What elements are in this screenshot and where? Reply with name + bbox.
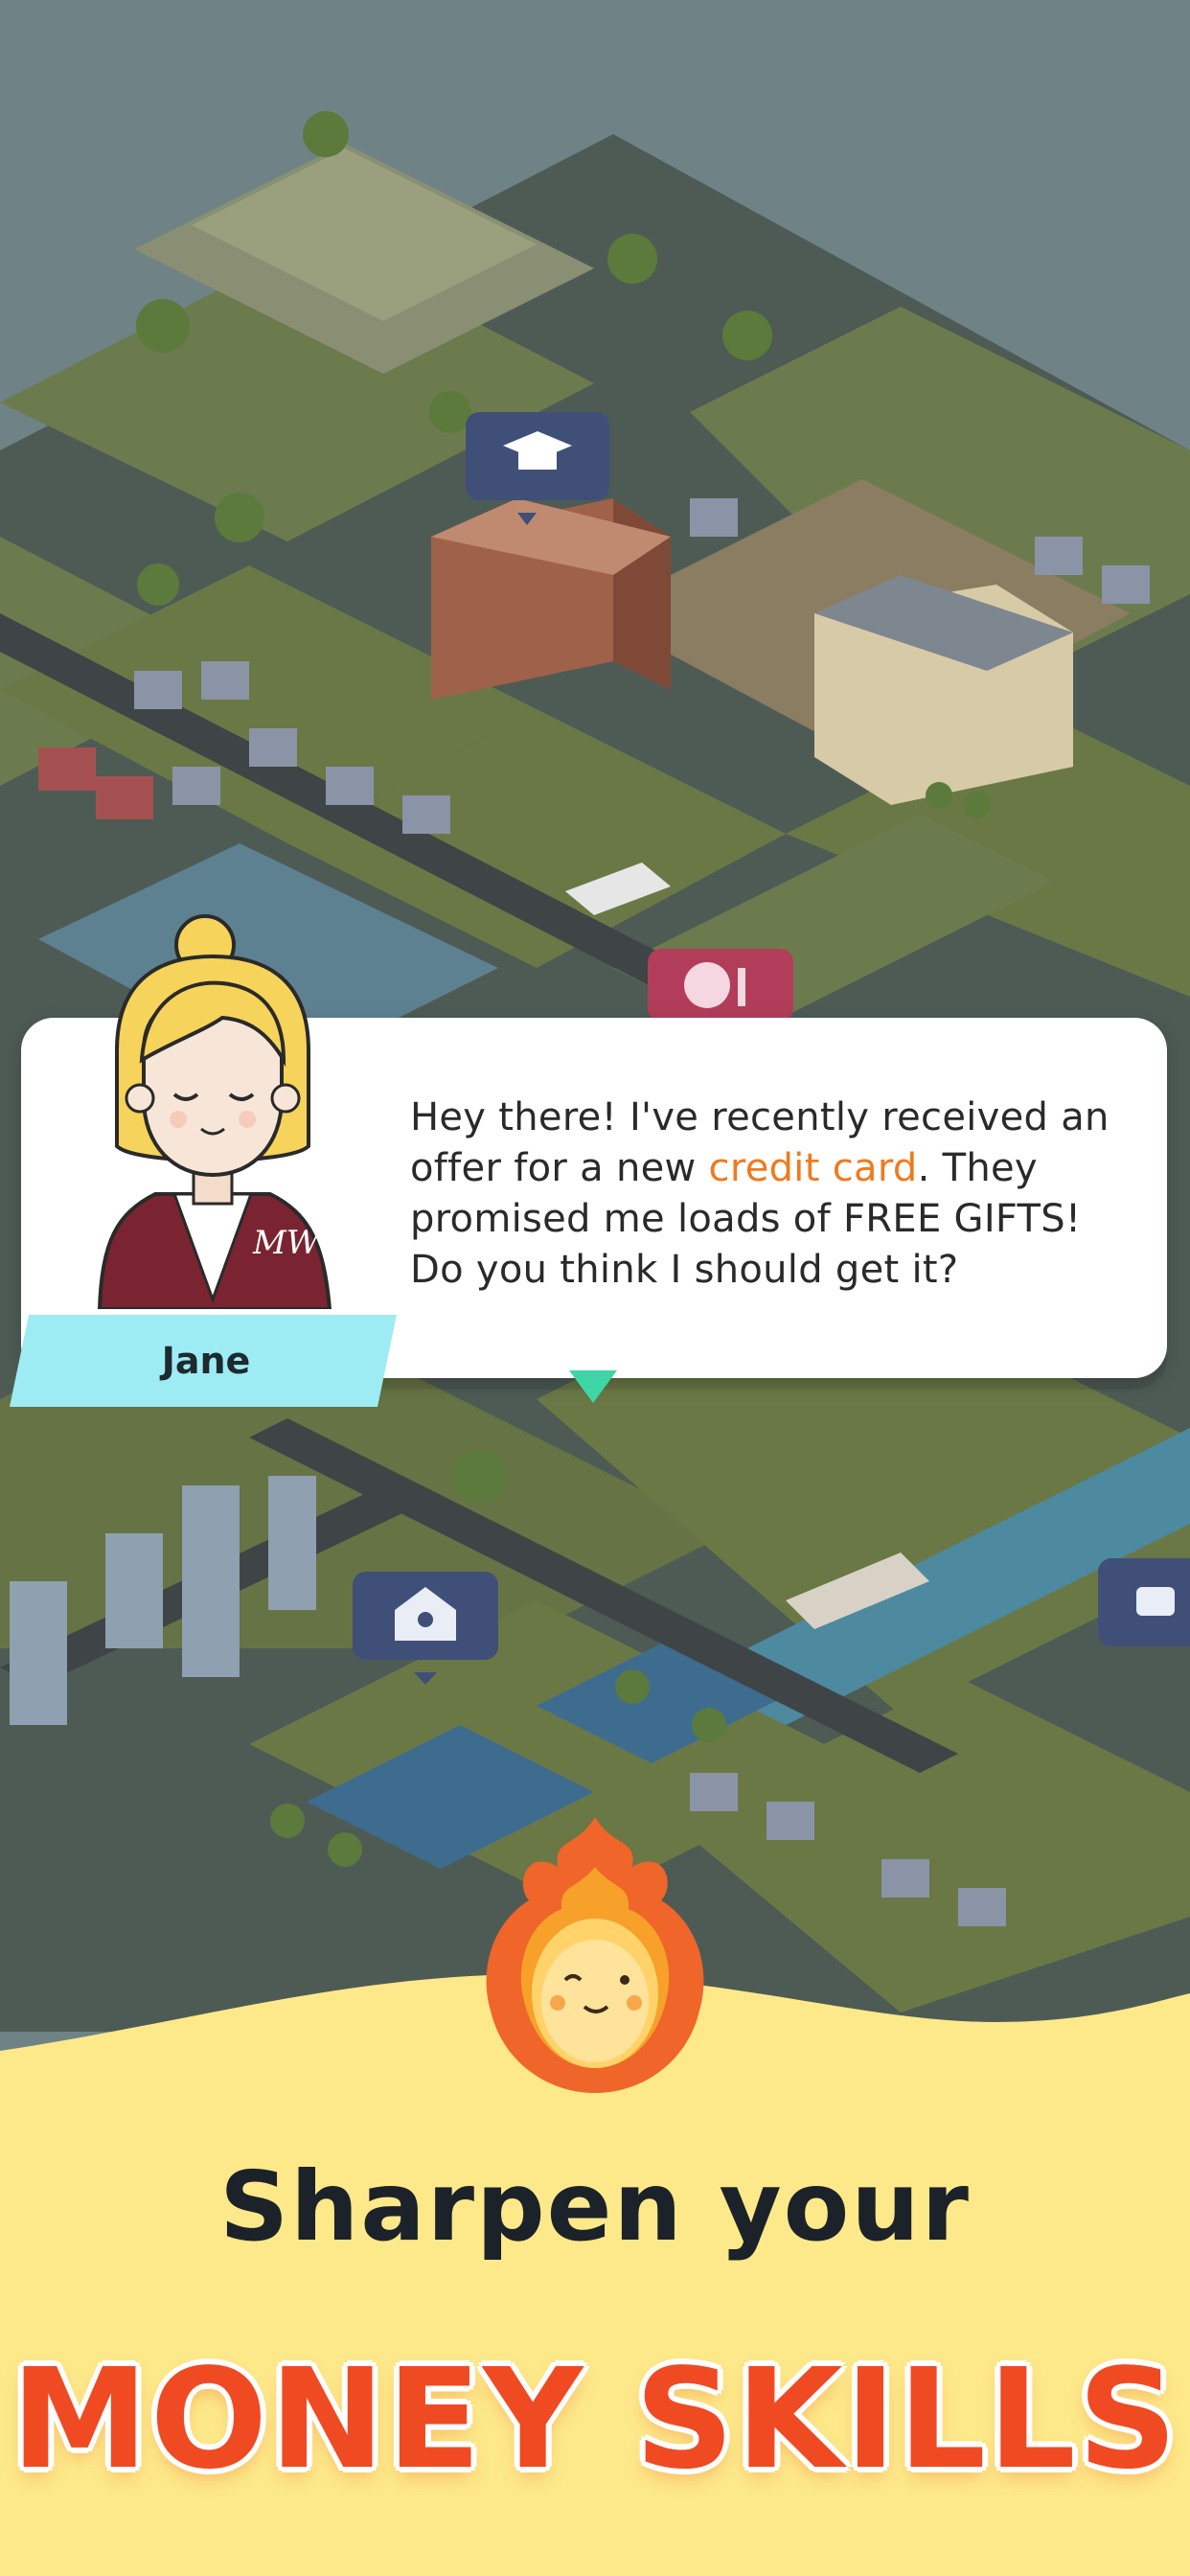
character-name: Jane [161, 1340, 251, 1382]
dialog-message: Hey there! I've recently received an off… [410, 1092, 1119, 1296]
jacket-monogram: MW [252, 1224, 323, 1262]
flame-mascot-icon [486, 1817, 704, 2093]
tagline: Sharpen your [219, 2150, 971, 2263]
hero-title: MONEY SKILLS [11, 2338, 1179, 2499]
landmark-icon[interactable] [1098, 1558, 1190, 1646]
jane-avatar: MW [97, 914, 332, 1309]
dialog-pointer-icon [569, 1370, 617, 1403]
dialog-highlight: credit card [708, 1146, 918, 1190]
palette-icon[interactable] [648, 949, 793, 1022]
